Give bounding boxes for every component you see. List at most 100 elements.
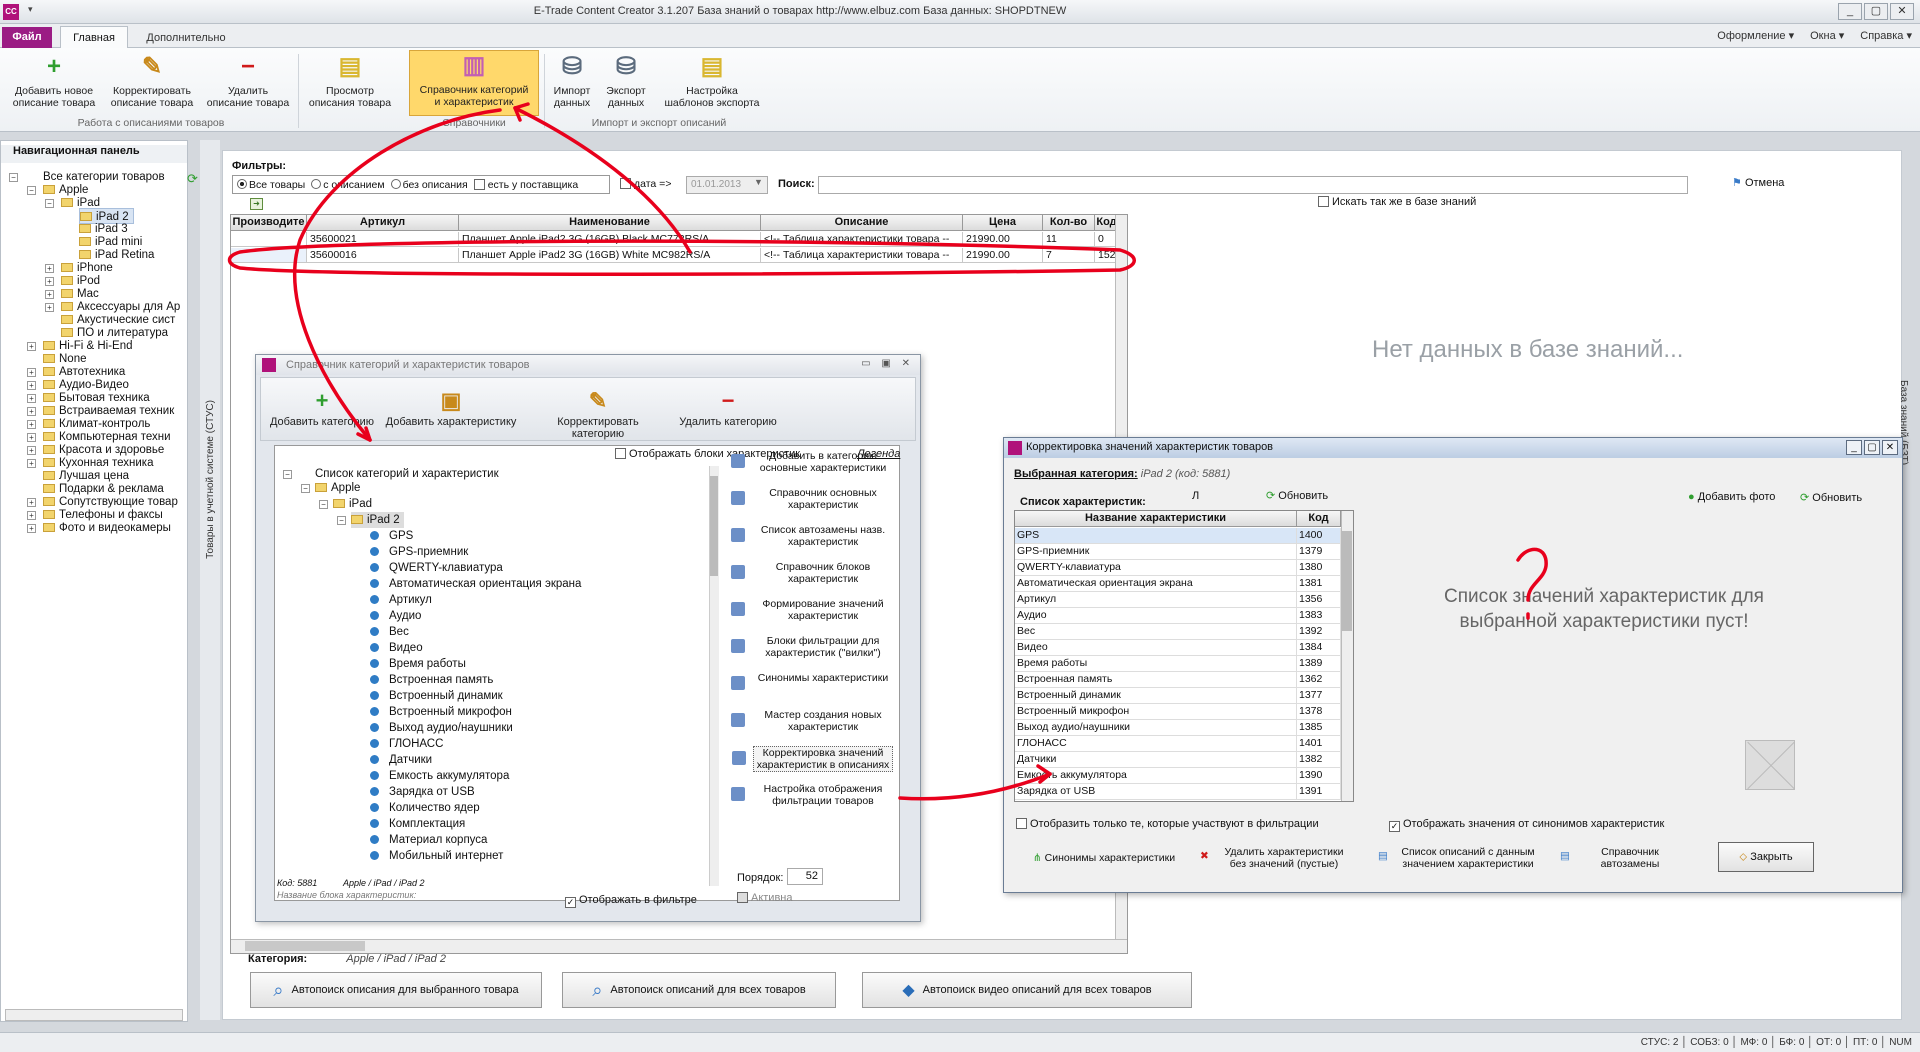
feature-name-cell[interactable]: Зарядка от USB [1015,784,1297,800]
tree-item[interactable]: iPad [333,496,372,512]
expander[interactable]: + [27,459,36,468]
feature-name-cell[interactable]: ГЛОНАСС [1015,736,1297,752]
expander[interactable]: − [45,199,54,208]
expander[interactable]: + [27,368,36,377]
add-photo-button[interactable]: ● Добавить фото [1688,491,1775,503]
action-link[interactable]: Корректировка значений характеристик в оп… [732,746,893,772]
cell[interactable]: 11 [1043,232,1095,247]
chevron-down-icon[interactable]: ▼ [754,177,763,187]
feature-item[interactable]: Емкость аккумулятора [370,768,509,784]
delete-description-button[interactable]: − Удалить описание товара [202,52,294,110]
col-header[interactable]: Описание [761,215,963,231]
cancel-button[interactable]: ⚑ Отмена [1732,176,1784,189]
tab-extra[interactable]: Дополнительно [136,28,236,48]
feature-item[interactable]: GPS-приемник [370,544,468,560]
action-link[interactable]: Настройка отображения фильтрации товаров [731,783,893,807]
cell[interactable]: 21990.00 [963,232,1043,247]
feature-name-cell[interactable]: Встроенный микрофон [1015,704,1297,720]
edit-category-button[interactable]: ✎ Корректировать категорию [531,388,665,440]
feature-item[interactable]: Комплектация [370,816,465,832]
minimize-button[interactable]: _ [1846,440,1862,455]
tree-item-selected[interactable]: iPad 2 [351,512,404,528]
action-link[interactable]: Мастер создания новых характеристик [731,709,893,733]
feature-item[interactable]: Встроенный микрофон [370,704,512,720]
cell[interactable]: 7 [1043,248,1095,263]
synonyms-button[interactable]: ⋔ Синонимы характеристики [1024,852,1184,864]
side-tab[interactable] [200,140,220,1020]
feature-item[interactable]: QWERTY-клавиатура [370,560,503,576]
expander[interactable]: − [9,173,18,182]
export-templates-button[interactable]: ▤ Настройка шаблонов экспорта [656,52,768,110]
expander[interactable]: + [27,446,36,455]
feature-name-cell[interactable]: Выход аудио/наушники [1015,720,1297,736]
feature-name-cell[interactable]: GPS-приемник [1015,544,1297,560]
menu-help[interactable]: Справка ▾ [1860,29,1912,42]
dialog-controls[interactable]: ▭ ▣ ✕ [861,358,914,369]
feature-item[interactable]: Аудио [370,608,421,624]
feature-name-cell[interactable]: Автоматическая ориентация экрана [1015,576,1297,592]
grid-hscrollbar[interactable] [231,939,1127,953]
feature-code-cell[interactable]: 1389 [1297,656,1341,672]
action-link[interactable]: Формирование значений характеристик [731,598,893,622]
cell[interactable]: <!-- Таблица характеристики товара -- [761,232,963,247]
filter-with-desc[interactable]: с описанием [311,178,385,191]
expander[interactable]: + [27,511,36,520]
autosearch-all-button[interactable]: ⌕ Автопоиск описаний для всех товаров [562,972,836,1008]
col-header[interactable]: Кол-во [1043,215,1095,231]
dialog-title[interactable]: Корректировка значений характеристик тов… [1004,438,1902,458]
edit-description-button[interactable]: ✎ Корректировать описание товара [104,52,200,110]
feature-item[interactable]: ГЛОНАСС [370,736,443,752]
expander[interactable]: − [27,186,36,195]
feature-code-cell[interactable]: 1384 [1297,640,1341,656]
expander[interactable]: + [27,407,36,416]
feature-item[interactable]: Вес [370,624,409,640]
feature-item[interactable]: GPS [370,528,413,544]
action-link[interactable]: Справочник блоков характеристик [731,561,893,585]
close-button[interactable]: ✕ [1882,440,1898,455]
autosearch-selected-button[interactable]: ⌕ Автопоиск описания для выбранного товар… [250,972,542,1008]
feature-code-cell[interactable]: 1377 [1297,688,1341,704]
add-description-button[interactable]: + Добавить новое описание товара [6,52,102,110]
col-header[interactable]: Название характеристики [1015,511,1297,527]
feature-code-cell[interactable]: 1401 [1297,736,1341,752]
col-header[interactable]: Код [1297,511,1341,527]
menu-windows[interactable]: Окна ▾ [1810,29,1844,42]
action-link[interactable]: Справочник основных характеристик [731,487,893,511]
action-link[interactable]: Синонимы характеристики [731,672,893,690]
expander[interactable]: + [27,498,36,507]
expander[interactable]: + [45,264,54,273]
feature-name-cell[interactable]: Артикул [1015,592,1297,608]
show-synonyms-checkbox[interactable]: ✓ Отображать значения от синонимов характ… [1389,818,1664,832]
expander[interactable]: + [27,394,36,403]
feature-name-cell[interactable]: Емкость аккумулятора [1015,768,1297,784]
feature-code-cell[interactable]: 1378 [1297,704,1341,720]
cell[interactable]: Планшет Apple iPad2 3G (16GB) White MC98… [459,248,761,263]
dialog-title[interactable]: Справочник категорий и характеристик тов… [256,355,920,375]
feature-item[interactable]: Датчики [370,752,432,768]
maximize-button[interactable]: ▢ [1864,440,1880,455]
active-checkbox[interactable]: Активна [737,892,793,904]
feature-name-cell[interactable]: Встроенный динамик [1015,688,1297,704]
feature-item[interactable]: Зарядка от USB [370,784,475,800]
feature-code-cell[interactable]: 1362 [1297,672,1341,688]
feature-name-cell[interactable]: GPS [1015,528,1297,544]
cell[interactable]: 35600016 [307,248,459,263]
col-header[interactable]: Артикул [307,215,459,231]
action-link[interactable]: Добавить в категорию основные характерист… [731,450,893,474]
filter-all[interactable]: Все товары [237,178,305,191]
feature-name-cell[interactable]: Видео [1015,640,1297,656]
feature-code-cell[interactable]: 1400 [1297,528,1341,544]
feature-code-cell[interactable]: 1390 [1297,768,1341,784]
feature-code-cell[interactable]: 1381 [1297,576,1341,592]
delete-category-button[interactable]: − Удалить категорию [673,388,783,428]
feature-name-cell[interactable]: Встроенная память [1015,672,1297,688]
filter-without-desc[interactable]: без описания [390,178,468,191]
search-input[interactable] [818,176,1688,194]
refresh-values-button[interactable]: ⟳ Обновить [1800,491,1862,504]
tree-item[interactable]: Фото и видеокамеры [43,520,171,536]
feature-code-cell[interactable]: 1356 [1297,592,1341,608]
feature-code-cell[interactable]: 1391 [1297,784,1341,800]
expander[interactable]: − [319,500,328,509]
expander[interactable]: + [27,524,36,533]
expander[interactable]: + [45,303,54,312]
